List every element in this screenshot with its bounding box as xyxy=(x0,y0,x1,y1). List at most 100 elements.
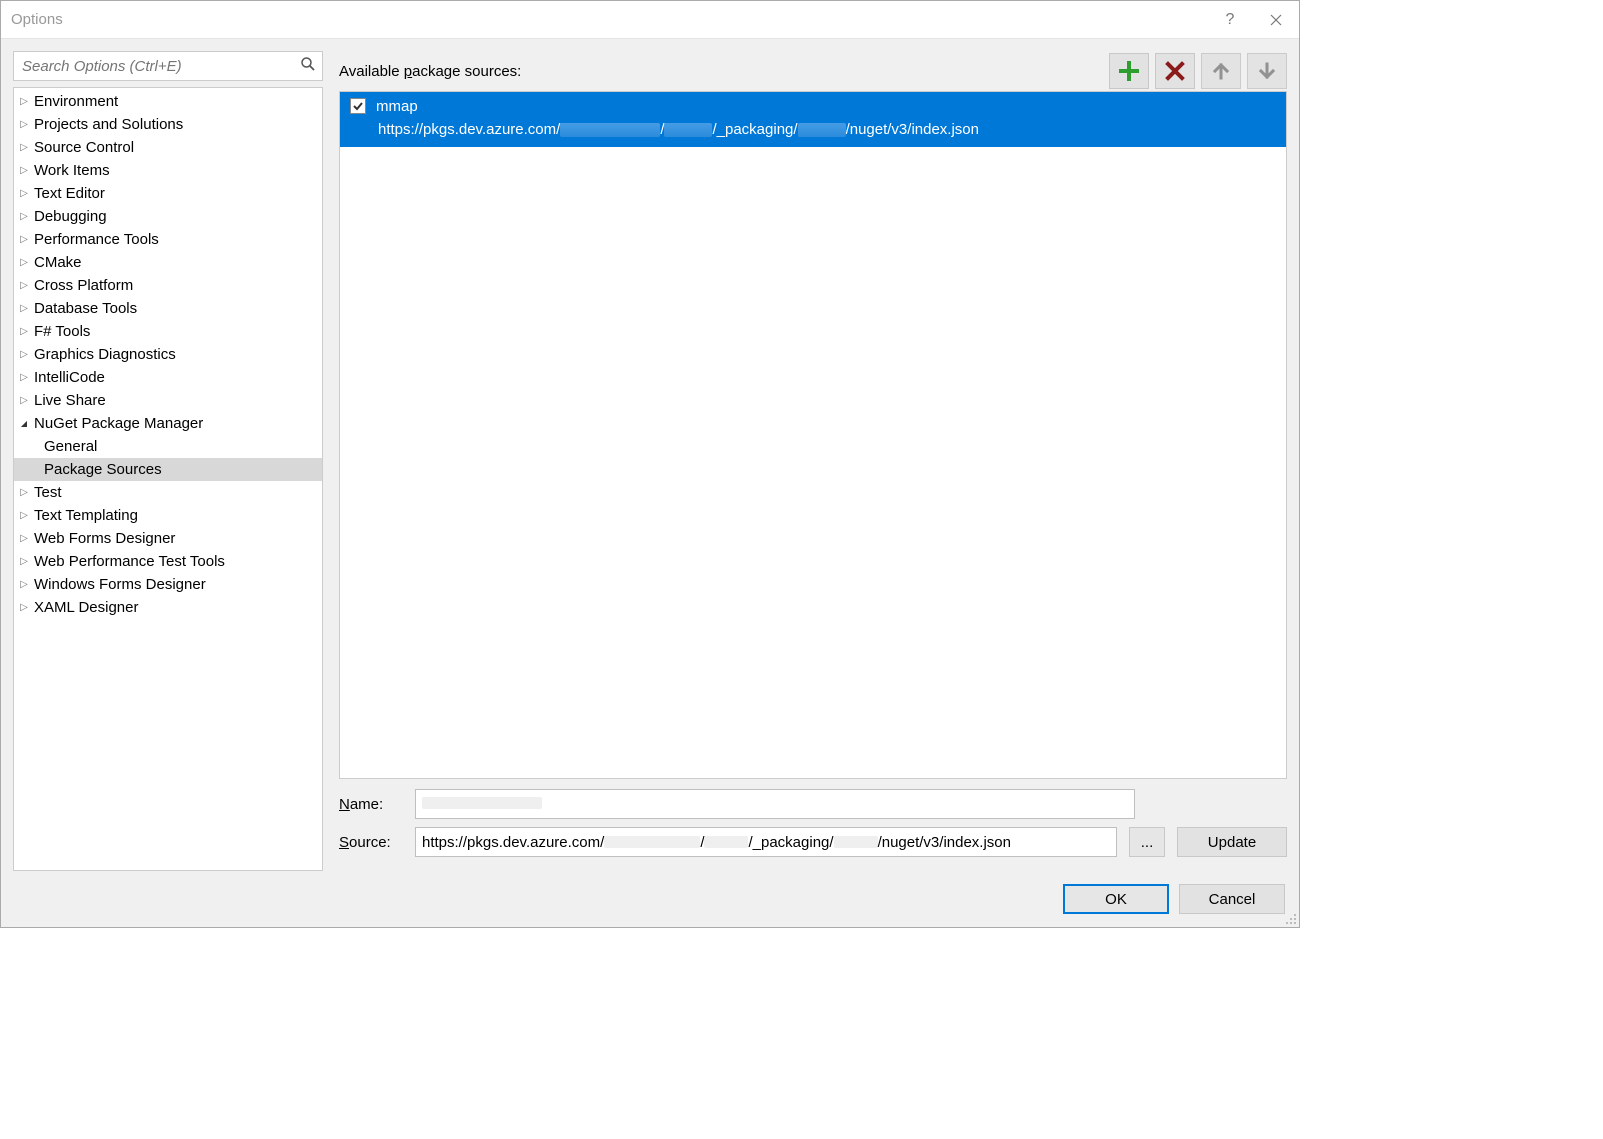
chevron-right-icon: ▷ xyxy=(18,142,30,153)
close-button[interactable] xyxy=(1253,1,1299,39)
tree-item[interactable]: ▷Text Templating xyxy=(14,504,322,527)
x-icon xyxy=(1165,61,1185,81)
chevron-right-icon: ▷ xyxy=(18,119,30,130)
chevron-right-icon: ▷ xyxy=(18,556,30,567)
tree-item-label: NuGet Package Manager xyxy=(34,415,203,432)
tree-item[interactable]: ▷ Test xyxy=(14,481,322,504)
header-row: Available package sources: xyxy=(339,51,1287,91)
tree-item[interactable]: ▷ Work Items xyxy=(14,159,322,182)
chevron-right-icon: ▷ xyxy=(18,96,30,107)
edit-form: Name: Source: https://pkgs.dev.azure.com… xyxy=(339,779,1287,871)
package-source-item[interactable]: mmap https://pkgs.dev.azure.com///_packa… xyxy=(340,92,1286,147)
arrow-down-icon xyxy=(1257,61,1277,81)
tree-item-label: Debugging xyxy=(34,208,107,225)
tree-item-label: Web Performance Test Tools xyxy=(34,553,225,570)
add-source-button[interactable] xyxy=(1109,53,1149,89)
tree-item[interactable]: ▷Cross Platform xyxy=(14,274,322,297)
tree-item[interactable]: ▷Text Editor xyxy=(14,182,322,205)
sidebar: ▷ Environment ▷ Projects and Solutions ▷ Sour… xyxy=(13,51,323,871)
chevron-right-icon: ▷ xyxy=(18,211,30,222)
source-label: Source: xyxy=(339,834,403,851)
help-button[interactable]: ? xyxy=(1207,1,1253,39)
source-input[interactable]: https://pkgs.dev.azure.com///_packaging/… xyxy=(415,827,1117,857)
search-input[interactable] xyxy=(20,57,300,76)
remove-source-button[interactable] xyxy=(1155,53,1195,89)
tree-item[interactable]: ▷ F# Tools xyxy=(14,320,322,343)
tree-item[interactable]: ▷Web Forms Designer xyxy=(14,527,322,550)
tree-item-label: CMake xyxy=(34,254,82,271)
move-down-button[interactable] xyxy=(1247,53,1287,89)
window-title: Options xyxy=(11,11,1207,28)
tree-item[interactable]: ▷ Projects and Solutions xyxy=(14,113,322,136)
tree-item-label: Projects and Solutions xyxy=(34,116,183,133)
tree-item-label: Source Control xyxy=(34,139,134,156)
chevron-right-icon: ▷ xyxy=(18,165,30,176)
plus-icon xyxy=(1119,61,1139,81)
dialog-body: ▷ Environment ▷ Projects and Solutions ▷ Sour… xyxy=(1,39,1299,871)
chevron-right-icon: ▷ xyxy=(18,349,30,360)
tree-item[interactable]: ▷Windows Forms Designer xyxy=(14,573,322,596)
package-sources-list[interactable]: mmap https://pkgs.dev.azure.com///_packa… xyxy=(339,91,1287,779)
tree-item[interactable]: ▷ Live Share xyxy=(14,389,322,412)
tree-item[interactable]: ▷ Source Control xyxy=(14,136,322,159)
titlebar: Options ? xyxy=(1,1,1299,39)
tree-item[interactable]: ▷ XAML Designer xyxy=(14,596,322,619)
tree-item[interactable]: ▷ Web Performance Test Tools xyxy=(14,550,322,573)
tree-item-label: Environment xyxy=(34,93,118,110)
search-icon xyxy=(300,56,316,76)
help-icon: ? xyxy=(1226,11,1235,29)
tree-item-label: Package Sources xyxy=(44,461,162,478)
tree-item-label: IntelliCode xyxy=(34,369,105,386)
tree-item[interactable]: ▷ Graphics Diagnostics xyxy=(14,343,322,366)
chevron-right-icon: ▷ xyxy=(18,234,30,245)
tree-item[interactable]: Package Sources xyxy=(14,458,322,481)
options-tree[interactable]: ▷ Environment ▷ Projects and Solutions ▷ Sour… xyxy=(13,87,323,871)
move-up-button[interactable] xyxy=(1201,53,1241,89)
tree-item-label: Performance Tools xyxy=(34,231,159,248)
ok-button[interactable]: OK xyxy=(1063,884,1169,914)
tree-item-label: Test xyxy=(34,484,62,501)
name-input[interactable] xyxy=(415,789,1135,819)
options-dialog: Options ? ▷ Environment ▷ Projects and Solu… xyxy=(0,0,1300,928)
search-box[interactable] xyxy=(13,51,323,81)
browse-button[interactable]: ... xyxy=(1129,827,1165,857)
tree-item-label: XAML Designer xyxy=(34,599,139,616)
tree-item[interactable]: ▷ Database Tools xyxy=(14,297,322,320)
chevron-right-icon: ▷ xyxy=(18,326,30,337)
cancel-button[interactable]: Cancel xyxy=(1179,884,1285,914)
name-label: Name: xyxy=(339,796,403,813)
chevron-right-icon: ▷ xyxy=(18,602,30,613)
tree-item[interactable]: ▷ IntelliCode xyxy=(14,366,322,389)
close-icon xyxy=(1270,14,1282,26)
tree-item-label: Cross Platform xyxy=(34,277,133,294)
available-sources-label: Available package sources: xyxy=(339,63,1103,80)
tree-item[interactable]: ▷ Performance Tools xyxy=(14,228,322,251)
tree-item-label: Work Items xyxy=(34,162,110,179)
tree-item-label: General xyxy=(44,438,97,455)
tree-item[interactable]: ◢ NuGet Package Manager xyxy=(14,412,322,435)
chevron-right-icon: ▷ xyxy=(18,579,30,590)
tree-item[interactable]: ▷ CMake xyxy=(14,251,322,274)
tree-item[interactable]: General xyxy=(14,435,322,458)
source-text: mmap https://pkgs.dev.azure.com///_packa… xyxy=(376,96,979,141)
resize-grip-icon[interactable] xyxy=(1283,911,1297,925)
tree-item-label: Graphics Diagnostics xyxy=(34,346,176,363)
tree-item-label: Live Share xyxy=(34,392,106,409)
update-button[interactable]: Update xyxy=(1177,827,1287,857)
chevron-right-icon: ▷ xyxy=(18,257,30,268)
chevron-right-icon: ▷ xyxy=(18,395,30,406)
chevron-right-icon: ▷ xyxy=(18,372,30,383)
tree-item[interactable]: ▷ Environment xyxy=(14,90,322,113)
chevron-right-icon: ▷ xyxy=(18,487,30,498)
tree-item-label: F# Tools xyxy=(34,323,90,340)
source-checkbox[interactable] xyxy=(350,98,366,114)
chevron-right-icon: ▷ xyxy=(18,533,30,544)
tree-item-label: Database Tools xyxy=(34,300,137,317)
chevron-down-icon: ◢ xyxy=(18,419,30,428)
arrow-up-icon xyxy=(1211,61,1231,81)
source-name: mmap xyxy=(376,96,979,119)
chevron-right-icon: ▷ xyxy=(18,303,30,314)
source-url: https://pkgs.dev.azure.com///_packaging/… xyxy=(376,119,979,142)
main-panel: Available package sources: xyxy=(339,51,1287,871)
tree-item[interactable]: ▷ Debugging xyxy=(14,205,322,228)
